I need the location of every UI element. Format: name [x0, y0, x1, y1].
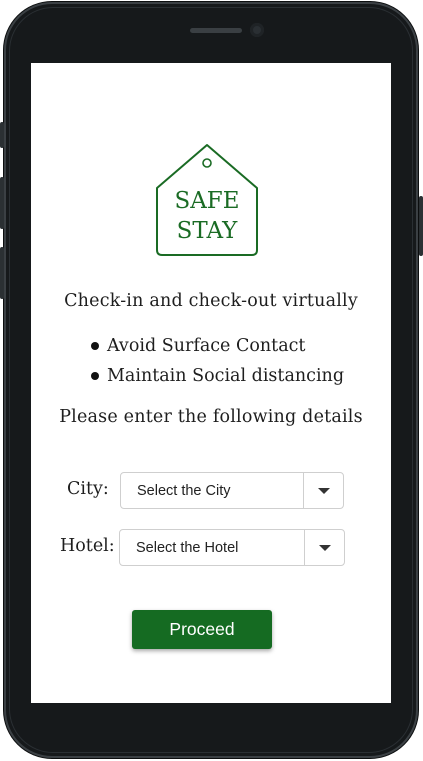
- list-item: Maintain Social distancing: [91, 361, 344, 391]
- phone-volume-down-button: [0, 247, 4, 299]
- phone-volume-up-button: [0, 177, 4, 229]
- logo-text-stay: STAY: [177, 218, 239, 244]
- phone-camera: [250, 23, 264, 37]
- hotel-select[interactable]: Select the Hotel: [119, 529, 345, 566]
- house-tag-icon: SAFE STAY: [156, 144, 258, 256]
- proceed-button[interactable]: Proceed: [132, 610, 272, 649]
- list-item: Avoid Surface Contact: [91, 331, 344, 361]
- phone-power-button: [419, 196, 423, 256]
- city-dropdown-toggle[interactable]: [304, 472, 343, 509]
- hotel-label: Hotel:: [60, 536, 115, 556]
- phone-speaker: [190, 28, 242, 33]
- tagline: Check-in and check-out virtually: [64, 291, 358, 311]
- benefit-text: Maintain Social distancing: [107, 366, 345, 386]
- benefit-list: Avoid Surface Contact Maintain Social di…: [91, 331, 344, 391]
- hotel-dropdown-toggle[interactable]: [305, 529, 344, 566]
- logo-text-safe: SAFE: [174, 188, 239, 214]
- app-screen: SAFE STAY Check-in and check-out virtual…: [31, 63, 391, 703]
- bullet-icon: [91, 342, 99, 350]
- chevron-down-icon: [317, 487, 330, 494]
- chevron-down-icon: [318, 544, 331, 551]
- benefit-text: Avoid Surface Contact: [107, 336, 306, 356]
- phone-side-button: [0, 122, 4, 148]
- bullet-icon: [91, 372, 99, 380]
- instructions-text: Please enter the following details: [59, 407, 363, 427]
- city-select[interactable]: Select the City: [120, 472, 344, 509]
- hotel-select-value: Select the Hotel: [136, 539, 239, 556]
- city-select-value: Select the City: [137, 482, 231, 499]
- city-label: City:: [67, 479, 109, 499]
- safe-stay-logo: SAFE STAY: [154, 142, 260, 258]
